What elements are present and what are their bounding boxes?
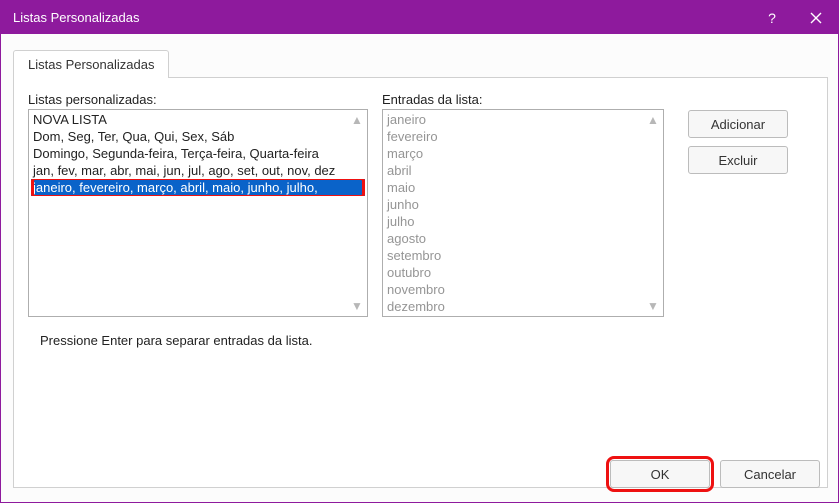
list-item[interactable]: Dom, Seg, Ter, Qua, Qui, Sex, Sáb — [31, 128, 365, 145]
entry-item: abril — [385, 162, 661, 179]
help-icon[interactable]: ? — [750, 1, 794, 34]
list-item[interactable]: NOVA LISTA — [31, 111, 365, 128]
list-item[interactable]: jan, fev, mar, abr, mai, jun, jul, ago, … — [31, 162, 365, 179]
entries-label: Entradas da lista: — [382, 92, 664, 107]
cancel-button[interactable]: Cancelar — [720, 460, 820, 488]
delete-button[interactable]: Excluir — [688, 146, 788, 174]
footer: OK Cancelar — [610, 460, 820, 488]
entries-col: Entradas da lista: janeirofevereiromarço… — [382, 92, 664, 317]
entry-item: fevereiro — [385, 128, 661, 145]
entry-item: dezembro — [385, 298, 661, 315]
dialog-title: Listas Personalizadas — [1, 10, 750, 25]
entry-item: setembro — [385, 247, 661, 264]
titlebar: Listas Personalizadas ? — [1, 1, 838, 34]
entries-box[interactable]: janeirofevereiromarçoabrilmaiojunhojulho… — [382, 109, 664, 317]
help-text: Pressione Enter para separar entradas da… — [40, 333, 813, 348]
entry-item: outubro — [385, 264, 661, 281]
entry-item: março — [385, 145, 661, 162]
ok-highlight: OK — [610, 460, 710, 488]
tab-panel: Listas personalizadas: NOVA LISTADom, Se… — [13, 77, 828, 488]
entry-item: julho — [385, 213, 661, 230]
side-buttons: Adicionar Excluir — [688, 110, 788, 174]
tab-row: Listas Personalizadas — [13, 44, 828, 78]
ok-button[interactable]: OK — [610, 460, 710, 488]
entry-item: junho — [385, 196, 661, 213]
custom-lists-col: Listas personalizadas: NOVA LISTADom, Se… — [28, 92, 368, 317]
entry-item: agosto — [385, 230, 661, 247]
add-button[interactable]: Adicionar — [688, 110, 788, 138]
tab-custom-lists[interactable]: Listas Personalizadas — [13, 50, 169, 78]
custom-lists-box[interactable]: NOVA LISTADom, Seg, Ter, Qua, Qui, Sex, … — [28, 109, 368, 317]
entry-item: maio — [385, 179, 661, 196]
dialog-body: Listas Personalizadas Listas personaliza… — [1, 34, 838, 502]
entry-item: janeiro — [385, 111, 661, 128]
dialog-window: Listas Personalizadas ? Listas Personali… — [0, 0, 839, 503]
close-icon[interactable] — [794, 1, 838, 34]
columns: Listas personalizadas: NOVA LISTADom, Se… — [28, 92, 813, 317]
custom-lists-label: Listas personalizadas: — [28, 92, 368, 107]
entry-item: novembro — [385, 281, 661, 298]
list-item[interactable]: janeiro, fevereiro, março, abril, maio, … — [31, 179, 365, 196]
list-item[interactable]: Domingo, Segunda-feira, Terça-feira, Qua… — [31, 145, 365, 162]
